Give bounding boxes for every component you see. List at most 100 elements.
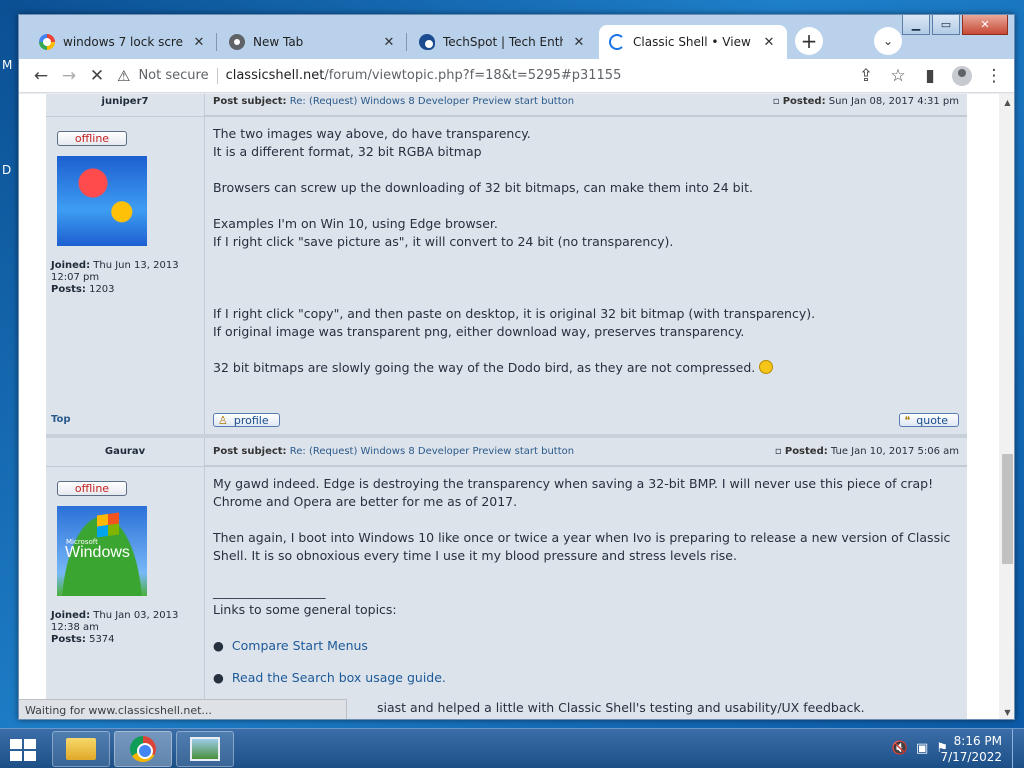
share-icon[interactable]: ⇪ bbox=[852, 62, 880, 90]
posts-count: 1203 bbox=[89, 284, 115, 295]
menu-kebab-icon[interactable]: ⋮ bbox=[980, 62, 1008, 90]
taskbar-image-viewer[interactable] bbox=[176, 731, 234, 767]
post-header: juniper7 Post subject: Re: (Request) Win… bbox=[46, 94, 967, 116]
smiley-icon bbox=[759, 360, 774, 374]
avatar bbox=[952, 65, 972, 86]
post-author[interactable]: juniper7 bbox=[46, 94, 205, 116]
start-windows-icon-part bbox=[24, 739, 36, 749]
windows-flag-icon bbox=[97, 512, 119, 538]
post-paragraph: Then again, I boot into Windows 10 like … bbox=[213, 530, 951, 563]
post-icon[interactable]: ▫ bbox=[773, 96, 780, 107]
side-panel-icon[interactable]: ▮ bbox=[916, 62, 944, 90]
tab-close-icon[interactable]: ✕ bbox=[191, 34, 207, 50]
post-paragraph: The two images way above, do have transp… bbox=[213, 126, 531, 159]
post-paragraph: Examples I'm on Win 10, using Edge brows… bbox=[213, 216, 674, 249]
browser-window: windows 7 lock screen - ✕ New Tab ✕ Tech… bbox=[18, 14, 1015, 720]
links-heading: Links to some general topics: bbox=[213, 602, 397, 617]
post-body: offline Microsoft Windows Joined: Thu Ja… bbox=[46, 466, 967, 719]
loading-spinner-icon bbox=[609, 34, 625, 50]
volume-muted-icon[interactable]: 🔇 bbox=[892, 741, 908, 756]
scroll-down-arrow-icon[interactable]: ▼ bbox=[999, 704, 1014, 719]
vertical-scrollbar[interactable]: ▲ ▼ bbox=[999, 94, 1014, 719]
bookmark-star-icon[interactable]: ☆ bbox=[884, 62, 912, 90]
start-windows-icon bbox=[10, 739, 22, 749]
forward-button[interactable]: → bbox=[55, 62, 83, 90]
quote-icon: ❝ bbox=[904, 413, 911, 427]
joined-label: Joined: bbox=[51, 260, 91, 271]
taskbar-chrome[interactable] bbox=[114, 731, 172, 767]
post-paragraph: Browsers can screw up the downloading of… bbox=[213, 180, 753, 195]
signature-rule: __________________ bbox=[213, 584, 326, 599]
show-desktop-button[interactable] bbox=[1012, 729, 1024, 768]
quote-button[interactable]: ❝ quote bbox=[899, 413, 959, 427]
chrome-icon bbox=[229, 34, 245, 50]
profile-button[interactable] bbox=[948, 62, 976, 90]
page-viewport: juniper7 Post subject: Re: (Request) Win… bbox=[19, 94, 999, 719]
post-icon[interactable]: ▫ bbox=[775, 446, 782, 457]
tab-strip: windows 7 lock screen - ✕ New Tab ✕ Tech… bbox=[19, 15, 1014, 59]
back-button[interactable]: ← bbox=[27, 62, 55, 90]
subject-label: Post subject: bbox=[213, 96, 287, 107]
techspot-icon bbox=[419, 34, 435, 50]
google-icon bbox=[39, 34, 55, 50]
network-icon[interactable]: ▣ bbox=[916, 741, 928, 756]
scroll-up-arrow-icon[interactable]: ▲ bbox=[999, 94, 1014, 111]
link-compare-start-menus[interactable]: Compare Start Menus bbox=[232, 638, 368, 653]
subject-link[interactable]: Re: (Request) Windows 8 Developer Previe… bbox=[290, 446, 574, 457]
top-link[interactable]: Top bbox=[51, 414, 71, 425]
quote-label: quote bbox=[916, 413, 948, 427]
address-bar[interactable]: ⚠ Not secure classicshell.net/forum/view… bbox=[117, 67, 797, 85]
forum-thread: juniper7 Post subject: Re: (Request) Win… bbox=[46, 94, 967, 719]
start-button[interactable] bbox=[10, 739, 38, 761]
close-window-button[interactable]: ✕ bbox=[962, 15, 1008, 35]
post-author[interactable]: Gaurav bbox=[46, 438, 205, 466]
post-body: offline Joined: Thu Jun 13, 2013 12:07 p… bbox=[46, 116, 967, 406]
tab-title: New Tab bbox=[253, 35, 304, 49]
divider bbox=[216, 67, 218, 84]
clock[interactable]: 8:16 PM 7/17/2022 bbox=[940, 733, 1002, 765]
post-header: Gaurav Post subject: Re: (Request) Windo… bbox=[46, 438, 967, 466]
author-meta: Joined: Thu Jan 03, 2013 12:38 am Posts:… bbox=[51, 610, 199, 646]
bullet: ● bbox=[213, 638, 224, 653]
status-badge: offline bbox=[57, 131, 127, 146]
tab-windows7-lock-screen[interactable]: windows 7 lock screen - ✕ bbox=[29, 25, 217, 59]
tab-search-button[interactable]: ⌄ bbox=[874, 27, 902, 55]
start-windows-icon-part bbox=[10, 751, 22, 761]
browser-toolbar: ← → ✕ ⚠ Not secure classicshell.net/foru… bbox=[19, 59, 1014, 93]
user-avatar-windows: Microsoft Windows bbox=[57, 506, 147, 596]
profile-button[interactable]: ♙ profile bbox=[213, 413, 280, 427]
tab-title: TechSpot | Tech Enthus bbox=[443, 35, 563, 49]
tab-classic-shell[interactable]: Classic Shell • View top ✕ bbox=[599, 25, 787, 59]
scrollbar-thumb[interactable] bbox=[1002, 454, 1013, 564]
maximize-button[interactable]: ▭ bbox=[932, 15, 960, 35]
new-tab-button[interactable]: + bbox=[795, 27, 823, 55]
posts-label: Posts: bbox=[51, 634, 86, 645]
tab-techspot[interactable]: TechSpot | Tech Enthus ✕ bbox=[409, 25, 597, 59]
post-paragraph: My gawd indeed. Edge is destroying the t… bbox=[213, 476, 934, 509]
taskbar: 🔇 ▣ ⚑ 8:16 PM 7/17/2022 bbox=[0, 728, 1024, 768]
profile-label: profile bbox=[233, 413, 269, 427]
desktop-icon-label: D bbox=[2, 163, 12, 177]
posted-label: Posted: bbox=[784, 446, 828, 457]
post-content: My gawd indeed. Edge is destroying the t… bbox=[205, 466, 967, 719]
author-meta: Joined: Thu Jun 13, 2013 12:07 pm Posts:… bbox=[51, 260, 199, 296]
taskbar-file-explorer[interactable] bbox=[52, 731, 110, 767]
subject-link[interactable]: Re: (Request) Windows 8 Developer Previe… bbox=[290, 96, 574, 107]
security-label[interactable]: Not secure bbox=[138, 68, 208, 83]
post-content: The two images way above, do have transp… bbox=[205, 116, 967, 406]
stop-loading-button[interactable]: ✕ bbox=[83, 62, 111, 90]
tab-close-icon[interactable]: ✕ bbox=[571, 34, 587, 50]
tab-new-tab[interactable]: New Tab ✕ bbox=[219, 25, 407, 59]
link-search-box-guide[interactable]: Read the Search box usage guide. bbox=[232, 670, 446, 685]
posted-time: Sun Jan 08, 2017 4:31 pm bbox=[828, 96, 959, 107]
warning-icon[interactable]: ⚠ bbox=[117, 67, 130, 85]
minimize-button[interactable]: ▁ bbox=[902, 15, 930, 35]
subject-label: Post subject: bbox=[213, 446, 287, 457]
tab-close-icon[interactable]: ✕ bbox=[761, 34, 777, 50]
url-host: classicshell.net bbox=[225, 68, 325, 83]
post-paragraph: If I right click "copy", and then paste … bbox=[213, 306, 816, 339]
status-badge: offline bbox=[57, 481, 127, 496]
tab-close-icon[interactable]: ✕ bbox=[381, 34, 397, 50]
avatar-caption: Windows bbox=[65, 544, 130, 561]
posts-label: Posts: bbox=[51, 284, 86, 295]
